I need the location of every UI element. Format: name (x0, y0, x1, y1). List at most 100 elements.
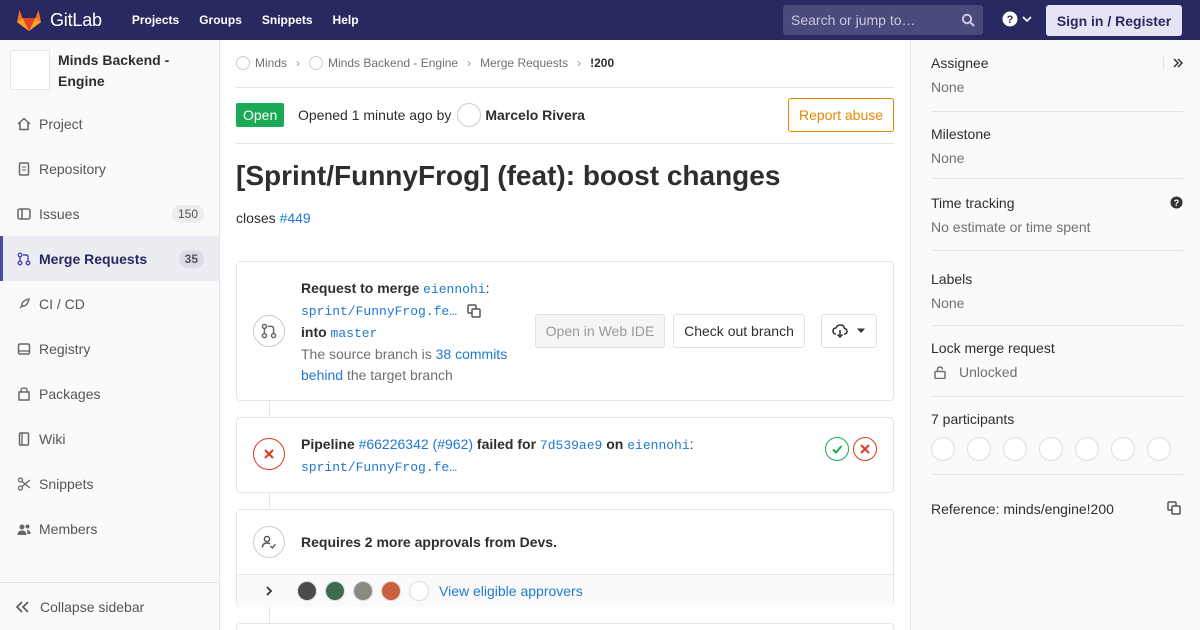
expand-approvers-button[interactable] (265, 586, 273, 596)
participant-avatar[interactable] (1039, 437, 1063, 461)
question-icon[interactable]: ? (1170, 196, 1183, 209)
pipeline-user-link[interactable]: eiennohi (627, 438, 689, 453)
time-tracking-value: No estimate or time spent (931, 219, 1091, 235)
participants-label: 7 participants (931, 411, 1015, 427)
participant-avatar[interactable] (1075, 437, 1099, 461)
opened-time: 1 minute ago (351, 107, 433, 123)
divider (236, 87, 894, 88)
sidebar-item-label: Packages (39, 385, 101, 402)
breadcrumb-current[interactable]: !200 (590, 56, 614, 70)
assignee-label: Assignee (931, 55, 989, 71)
sidebar-item-project[interactable]: Project (0, 101, 219, 146)
search-input[interactable]: Search or jump to… (783, 5, 983, 35)
participant-avatar[interactable] (1111, 437, 1135, 461)
pipeline-iid-link[interactable]: (#962) (433, 436, 473, 452)
nav-groups[interactable]: Groups (199, 13, 242, 27)
approver-avatar[interactable] (325, 581, 345, 601)
time-tracking-block: Time tracking ? No estimate or time spen… (931, 195, 1183, 251)
breadcrumb-item[interactable]: Merge Requests (480, 56, 568, 70)
top-navbar: GitLab Projects Groups Snippets Help Sea… (0, 0, 1200, 40)
participants-list (931, 437, 1183, 461)
sidebar-item-merge-requests[interactable]: Merge Requests 35 (0, 236, 219, 281)
breadcrumb-item[interactable]: Minds Backend - Engine (328, 56, 458, 70)
approvers-row: View eligible approvers (237, 574, 893, 607)
package-icon (16, 386, 32, 402)
sidebar-item-registry[interactable]: Registry (0, 326, 219, 371)
widget-connector (269, 401, 270, 417)
issue-link[interactable]: #449 (280, 210, 311, 226)
milestone-block: Milestone None (931, 126, 1183, 179)
nav-snippets[interactable]: Snippets (262, 13, 313, 27)
author-avatar[interactable] (457, 103, 482, 127)
participant-avatar[interactable] (1003, 437, 1027, 461)
pipeline-id-link[interactable]: #66226342 (359, 436, 429, 452)
page-title: [Sprint/FunnyFrog] (feat): boost changes (236, 160, 781, 191)
download-dropdown[interactable] (821, 314, 877, 348)
nav-help[interactable]: Help (333, 13, 359, 27)
pipeline-branch-link[interactable]: sprint/FunnyFrog.fe… (301, 460, 457, 475)
svg-text:?: ? (1007, 14, 1014, 26)
lock-open-icon (934, 365, 946, 379)
author-link[interactable]: Marcelo Rivera (485, 107, 585, 123)
stage-success-button[interactable] (825, 437, 849, 461)
svg-text:?: ? (1174, 198, 1180, 208)
source-user-link[interactable]: eiennohi (423, 282, 485, 297)
sidebar-item-label: Issues (39, 205, 80, 222)
sidebar-item-label: Wiki (39, 430, 66, 447)
sidebar-item-members[interactable]: Members (0, 506, 219, 551)
approvals-widget: Requires 2 more approvals from Devs. Vie… (236, 509, 894, 607)
view-eligible-approvers-link[interactable]: View eligible approvers (439, 583, 583, 599)
check-out-branch-button[interactable]: Check out branch (673, 314, 805, 348)
pipeline-status-text: failed for (476, 436, 537, 452)
sidebar-item-snippets[interactable]: Snippets (0, 461, 219, 506)
merge-request-widget: Request to merge eiennohi: sprint/FunnyF… (236, 261, 894, 401)
approver-avatar[interactable] (409, 581, 429, 601)
collapse-sidebar-button[interactable]: Collapse sidebar (0, 582, 219, 630)
mr-description: closes #449 (236, 210, 311, 226)
participant-avatar[interactable] (967, 437, 991, 461)
gitlab-home-link[interactable]: GitLab (16, 8, 102, 32)
participant-avatar[interactable] (931, 437, 955, 461)
nav-projects[interactable]: Projects (132, 13, 179, 27)
target-branch-link[interactable]: master (331, 326, 378, 341)
sidebar-item-packages[interactable]: Packages (0, 371, 219, 416)
sidebar-item-issues[interactable]: Issues 150 (0, 191, 219, 236)
project-name: Minds Backend - Engine (58, 52, 170, 89)
reference-label: Reference: minds/engine!200 (931, 501, 1114, 517)
sidebar-item-ci-cd[interactable]: CI / CD (0, 281, 219, 326)
source-branch-link[interactable]: sprint/FunnyFrog.fe… (301, 304, 457, 319)
copy-icon (467, 304, 481, 319)
sign-in-button[interactable]: Sign in / Register (1046, 5, 1182, 36)
sidebar-item-repository[interactable]: Repository (0, 146, 219, 191)
sidebar-item-wiki[interactable]: Wiki (0, 416, 219, 461)
participant-avatar[interactable] (1147, 437, 1171, 461)
chevron-down-icon (1022, 16, 1032, 23)
copy-branch-button[interactable] (467, 304, 481, 319)
disk-icon (16, 341, 32, 357)
left-sidebar: Minds Backend - Engine Project Repositor… (0, 40, 220, 630)
main-content: Minds › Minds Backend - Engine › Merge R… (220, 40, 910, 630)
lock-block: Lock merge request Unlocked (931, 340, 1183, 397)
approver-avatar[interactable] (381, 581, 401, 601)
approver-avatar[interactable] (297, 581, 317, 601)
project-header[interactable]: Minds Backend - Engine (0, 40, 219, 100)
breadcrumb-item[interactable]: Minds (255, 56, 287, 70)
sidebar-item-label: Repository (39, 160, 106, 177)
check-icon (832, 445, 843, 454)
commit-sha-link[interactable]: 7d539ae9 (540, 438, 602, 453)
help-dropdown[interactable]: ? (1002, 11, 1032, 27)
open-web-ide-button[interactable]: Open in Web IDE (535, 314, 665, 348)
copy-icon[interactable] (1167, 501, 1181, 515)
close-icon (860, 444, 870, 454)
opened-info: Opened 1 minute ago by Marcelo Rivera (298, 103, 585, 127)
approver-avatar[interactable] (353, 581, 373, 601)
stage-failed-button[interactable] (853, 437, 877, 461)
rocket-icon (16, 296, 32, 312)
opened-by: by (436, 107, 452, 123)
pipeline-widget: Pipeline #66226342 (#962) failed for 7d5… (236, 417, 894, 493)
report-abuse-button[interactable]: Report abuse (788, 98, 894, 132)
merge-request-info: Request to merge eiennohi: sprint/FunnyF… (301, 280, 508, 383)
reference-block: Reference: minds/engine!200 (931, 501, 1183, 521)
approvals-required-text: Requires 2 more approvals from Devs. (301, 534, 557, 550)
status-badge: Open (236, 103, 285, 127)
